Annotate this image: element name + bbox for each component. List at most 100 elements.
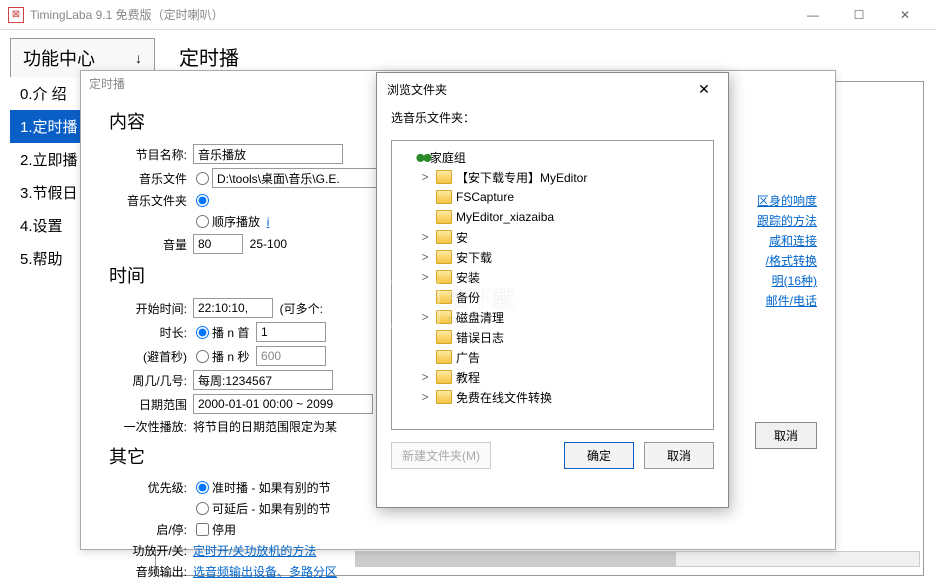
label-func-switch: 功放开/关: (97, 542, 193, 559)
tree-item-label: 磁盘清理 (456, 309, 504, 326)
audio-link[interactable]: 选音频输出设备、多路分区 (193, 563, 337, 580)
ok-button[interactable]: 确定 (564, 442, 634, 469)
start-time-input[interactable] (193, 298, 273, 318)
play-n-song-radio[interactable] (196, 326, 209, 339)
tree-item-label: 家庭组 (430, 149, 466, 166)
panel-cancel-button[interactable]: 取消 (755, 422, 817, 449)
tree-item-label: 【安下载专用】MyEditor (456, 169, 587, 186)
label-enable: 启/停: (97, 521, 193, 538)
titlebar: ⊠ TimingLaba 9.1 免费版（定时喇叭） — ☐ ✕ (0, 0, 936, 30)
music-file-radio[interactable] (196, 172, 209, 185)
minimize-button[interactable]: — (790, 0, 836, 30)
prio-opt2: 可延后 - 如果有别的节 (212, 500, 331, 517)
right-link-1[interactable]: 跟踪的方法 (757, 211, 817, 231)
folder-icon (436, 330, 452, 344)
dropdown-icon: ↓ (135, 50, 142, 66)
once-hint: 将节目的日期范围限定为某 (193, 418, 337, 435)
expand-icon[interactable]: > (418, 370, 432, 384)
expand-icon[interactable]: > (418, 270, 432, 284)
music-folder-radio[interactable] (196, 194, 209, 207)
tree-item-label: 安下载 (456, 249, 492, 266)
disable-label: 停用 (212, 521, 236, 538)
folder-icon (436, 370, 452, 384)
tree-item[interactable]: FSCapture (396, 187, 709, 207)
app-icon: ⊠ (8, 7, 24, 23)
maximize-button[interactable]: ☐ (836, 0, 882, 30)
tree-item-label: 教程 (456, 369, 480, 386)
dialog-cancel-button[interactable]: 取消 (644, 442, 714, 469)
right-link-3[interactable]: /格式转换 (757, 251, 817, 271)
func-link[interactable]: 定时开/关功放机的方法 (193, 542, 316, 559)
right-link-list: 区身的响度跟踪的方法咸和连接/格式转换明(16种)邮件/电话 (757, 191, 817, 311)
tree-item[interactable]: >免费在线文件转换 (396, 387, 709, 407)
volume-range: 25-100 (250, 237, 287, 251)
week-input[interactable] (193, 370, 333, 390)
expand-icon[interactable]: > (418, 170, 432, 184)
tree-item[interactable]: > 磁盘清理 (396, 307, 709, 327)
tree-item[interactable]: 广告 (396, 347, 709, 367)
seq-play-label: 顺序播放 (212, 213, 260, 230)
folder-icon (436, 350, 452, 364)
label-week: 周几/几号: (97, 372, 193, 389)
window-title: TimingLaba 9.1 免费版（定时喇叭） (30, 6, 790, 23)
tree-item-label: MyEditor_xiazaiba (456, 210, 554, 224)
tree-item[interactable]: >安 (396, 227, 709, 247)
play-n-sec-label: 播 n 秒 (212, 348, 249, 365)
folder-tree[interactable]: ⬤⬤家庭组 > 【安下载专用】MyEditorFSCapture MyEditor_x… (391, 140, 714, 430)
close-button[interactable]: ✕ (882, 0, 928, 30)
folder-icon (436, 190, 452, 204)
prio-ontime-radio[interactable] (196, 481, 209, 494)
browse-folder-dialog: 浏览文件夹 ✕ 选音乐文件夹： ⬤⬤家庭组 > 【安下载专用】MyEditorFSC… (376, 72, 729, 508)
dialog-buttons: 新建文件夹(M) 确定 取消 (391, 430, 714, 469)
tree-item[interactable]: 错误日志 (396, 327, 709, 347)
program-name-input[interactable] (193, 144, 343, 164)
expand-icon[interactable]: > (418, 310, 432, 324)
tree-item[interactable]: > 安下载 (396, 247, 709, 267)
folder-icon (436, 230, 452, 244)
disable-checkbox[interactable] (196, 523, 209, 536)
folder-icon (436, 170, 452, 184)
label-delay: (避首秒) (97, 348, 193, 365)
prio-opt1: 准时播 - 如果有别的节 (212, 479, 331, 496)
tree-item-label: 安装 (456, 269, 480, 286)
folder-icon (436, 210, 452, 224)
play-n-song-label: 播 n 首 (212, 324, 249, 341)
dialog-title: 浏览文件夹 (387, 81, 690, 98)
new-folder-button: 新建文件夹(M) (391, 442, 491, 469)
music-path-input[interactable] (212, 168, 382, 188)
tree-item[interactable]: > 教程 (396, 367, 709, 387)
tree-item-label: 安 (456, 229, 468, 246)
tree-item[interactable]: MyEditor_xiazaiba (396, 207, 709, 227)
label-date-range: 日期范围 (97, 396, 193, 413)
label-priority: 优先级: (97, 479, 193, 496)
label-program: 节目名称: (97, 146, 193, 163)
folder-icon (436, 290, 452, 304)
tree-item[interactable]: 备份 (396, 287, 709, 307)
right-link-0[interactable]: 区身的响度 (757, 191, 817, 211)
expand-icon[interactable]: > (418, 230, 432, 244)
folder-icon (436, 310, 452, 324)
expand-icon[interactable]: > (418, 250, 432, 264)
right-link-4[interactable]: 明(16种) (757, 271, 817, 291)
prio-delay-radio[interactable] (196, 502, 209, 515)
expand-icon[interactable]: > (418, 390, 432, 404)
sidebar-title: 功能中心 (23, 45, 95, 71)
label-volume: 音量 (97, 236, 193, 253)
date-range-input[interactable] (193, 394, 373, 414)
folder-icon (436, 270, 452, 284)
tree-item[interactable]: > 【安下载专用】MyEditor (396, 167, 709, 187)
n-song-input[interactable] (256, 322, 326, 342)
seq-play-radio[interactable] (196, 215, 209, 228)
tree-item[interactable]: > 安装 (396, 267, 709, 287)
tree-item[interactable]: ⬤⬤家庭组 (396, 147, 709, 167)
right-link-2[interactable]: 咸和连接 (757, 231, 817, 251)
volume-input[interactable] (193, 234, 243, 254)
dialog-hint: 选音乐文件夹： (391, 109, 714, 126)
play-n-sec-radio[interactable] (196, 350, 209, 363)
label-music-folder: 音乐文件夹 (97, 192, 193, 209)
info-link[interactable]: i (267, 215, 270, 229)
n-sec-input (256, 346, 326, 366)
start-hint: (可多个: (280, 300, 323, 317)
dialog-close-button[interactable]: ✕ (690, 81, 718, 98)
right-link-5[interactable]: 邮件/电话 (757, 291, 817, 311)
